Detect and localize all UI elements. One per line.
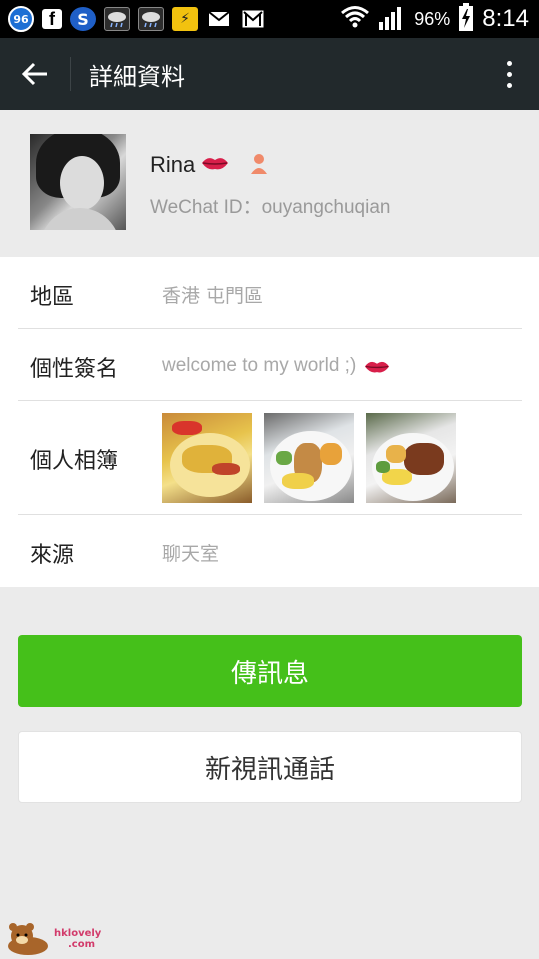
- region-label: 地區: [30, 285, 75, 310]
- female-gender-icon: [249, 152, 269, 178]
- status-bar: 96 f S ⚡ 96% 8:14: [0, 0, 539, 38]
- more-dot-icon: [506, 60, 512, 66]
- page-title: 詳細資料: [89, 62, 185, 91]
- signature-row: 個性簽名 welcome to my world ;): [18, 329, 522, 401]
- source-value: 聊天室: [162, 543, 220, 565]
- watermark-line1: hklovely: [54, 928, 102, 939]
- warning-app-icon: ⚡: [172, 7, 198, 31]
- signature-label: 個性簽名: [30, 357, 119, 382]
- back-button[interactable]: [0, 38, 70, 110]
- signal-icon: [378, 4, 406, 34]
- lips-emoji-icon: [201, 155, 229, 175]
- battery-charging-icon: [458, 3, 474, 35]
- album-photo[interactable]: [162, 413, 252, 503]
- region-row: 地區 香港 屯門區: [18, 257, 522, 329]
- album-row[interactable]: 個人相簿: [18, 401, 522, 515]
- number-badge-icon: 96: [8, 6, 34, 32]
- back-arrow-icon: [21, 62, 47, 86]
- clock: 8:14: [482, 5, 529, 32]
- title-divider: [70, 57, 71, 91]
- album-label: 個人相簿: [30, 449, 119, 474]
- wechat-id: WeChat ID：ouyangchuqian: [150, 197, 391, 218]
- info-section: 地區 香港 屯門區 個性簽名 welcome to my world ;) 個人…: [0, 257, 539, 587]
- source-row: 來源 聊天室: [18, 515, 522, 587]
- more-options-button[interactable]: [479, 38, 539, 110]
- album-photo[interactable]: [366, 413, 456, 503]
- gmail-icon: [240, 7, 266, 31]
- wifi-icon: [340, 5, 370, 33]
- source-label: 來源: [30, 543, 75, 568]
- facebook-icon: f: [42, 9, 62, 29]
- profile-name: Rina: [150, 152, 196, 177]
- lips-emoji-icon: [365, 361, 390, 372]
- region-value: 香港 屯門區: [162, 285, 264, 307]
- more-dot-icon: [506, 71, 512, 77]
- battery-percent: 96%: [414, 8, 451, 29]
- bear-mascot-icon: [8, 923, 48, 955]
- weather-icon: [104, 7, 130, 31]
- video-call-button[interactable]: 新視訊通話: [18, 731, 522, 803]
- send-message-button[interactable]: 傳訊息: [18, 635, 522, 707]
- avatar[interactable]: [30, 134, 126, 230]
- weather-icon: [138, 7, 164, 31]
- profile-header: Rina WeChat ID：ouyangchuqian: [0, 110, 539, 256]
- signature-value: welcome to my world ;): [162, 355, 357, 376]
- s-app-icon: S: [70, 7, 96, 31]
- more-dot-icon: [506, 82, 512, 88]
- signature-value-wrap: welcome to my world ;): [162, 355, 390, 377]
- badge-number: 96: [13, 12, 29, 26]
- watermark-logo: hklovely .com: [6, 922, 101, 956]
- album-thumbnails: [162, 413, 456, 503]
- album-photo[interactable]: [264, 413, 354, 503]
- mail-icon: [206, 7, 232, 31]
- name-row: Rina: [150, 152, 269, 178]
- watermark-line2: .com: [68, 939, 96, 950]
- title-bar: 詳細資料: [0, 38, 539, 110]
